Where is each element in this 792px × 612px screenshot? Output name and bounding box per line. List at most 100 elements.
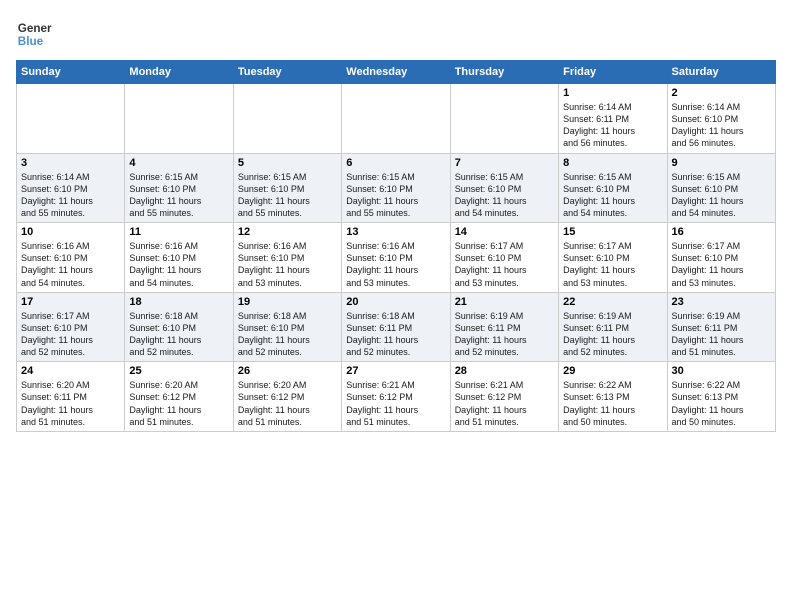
calendar-cell: 27 Sunrise: 6:21 AM Sunset: 6:12 PM Dayli… — [342, 362, 450, 432]
day-number: 10 — [21, 226, 120, 238]
calendar-cell: 3 Sunrise: 6:14 AM Sunset: 6:10 PM Daylig… — [17, 153, 125, 223]
day-info: Sunrise: 6:17 AM Sunset: 6:10 PM Dayligh… — [21, 310, 120, 359]
calendar-cell: 29 Sunrise: 6:22 AM Sunset: 6:13 PM Dayli… — [559, 362, 667, 432]
weekday-header-cell: Friday — [559, 61, 667, 84]
day-number: 1 — [563, 87, 662, 99]
day-number: 11 — [129, 226, 228, 238]
day-info: Sunrise: 6:21 AM Sunset: 6:12 PM Dayligh… — [346, 379, 445, 428]
day-info: Sunrise: 6:18 AM Sunset: 6:10 PM Dayligh… — [238, 310, 337, 359]
weekday-header-cell: Tuesday — [233, 61, 341, 84]
calendar-cell: 19 Sunrise: 6:18 AM Sunset: 6:10 PM Dayli… — [233, 292, 341, 362]
day-info: Sunrise: 6:16 AM Sunset: 6:10 PM Dayligh… — [346, 240, 445, 289]
calendar-cell: 2Sunrise: 6:14 AM Sunset: 6:10 PM Daylig… — [667, 84, 775, 154]
day-info: Sunrise: 6:18 AM Sunset: 6:10 PM Dayligh… — [129, 310, 228, 359]
day-number: 19 — [238, 296, 337, 308]
weekday-header-cell: Wednesday — [342, 61, 450, 84]
calendar-cell: 17 Sunrise: 6:17 AM Sunset: 6:10 PM Dayli… — [17, 292, 125, 362]
calendar-cell: 4 Sunrise: 6:15 AM Sunset: 6:10 PM Daylig… — [125, 153, 233, 223]
day-info: Sunrise: 6:16 AM Sunset: 6:10 PM Dayligh… — [238, 240, 337, 289]
day-info: Sunrise: 6:16 AM Sunset: 6:10 PM Dayligh… — [21, 240, 120, 289]
day-info: Sunrise: 6:20 AM Sunset: 6:12 PM Dayligh… — [129, 379, 228, 428]
day-number: 15 — [563, 226, 662, 238]
svg-text:Blue: Blue — [18, 35, 44, 48]
day-number: 12 — [238, 226, 337, 238]
calendar-cell — [125, 84, 233, 154]
day-info: Sunrise: 6:14 AM Sunset: 6:10 PM Dayligh… — [21, 171, 120, 220]
calendar-cell: 20Sunrise: 6:18 AM Sunset: 6:11 PM Dayli… — [342, 292, 450, 362]
day-number: 17 — [21, 296, 120, 308]
day-number: 5 — [238, 157, 337, 169]
day-info: Sunrise: 6:14 AM Sunset: 6:10 PM Dayligh… — [672, 101, 771, 150]
day-info: Sunrise: 6:15 AM Sunset: 6:10 PM Dayligh… — [455, 171, 554, 220]
day-number: 25 — [129, 365, 228, 377]
calendar-cell: 21Sunrise: 6:19 AM Sunset: 6:11 PM Dayli… — [450, 292, 558, 362]
calendar-cell: 30 Sunrise: 6:22 AM Sunset: 6:13 PM Dayli… — [667, 362, 775, 432]
day-number: 26 — [238, 365, 337, 377]
calendar-cell: 13 Sunrise: 6:16 AM Sunset: 6:10 PM Dayli… — [342, 223, 450, 293]
day-number: 8 — [563, 157, 662, 169]
day-info: Sunrise: 6:19 AM Sunset: 6:11 PM Dayligh… — [563, 310, 662, 359]
day-number: 3 — [21, 157, 120, 169]
calendar-cell: 18 Sunrise: 6:18 AM Sunset: 6:10 PM Dayli… — [125, 292, 233, 362]
calendar-cell: 10 Sunrise: 6:16 AM Sunset: 6:10 PM Dayli… — [17, 223, 125, 293]
day-info: Sunrise: 6:20 AM Sunset: 6:11 PM Dayligh… — [21, 379, 120, 428]
day-info: Sunrise: 6:21 AM Sunset: 6:12 PM Dayligh… — [455, 379, 554, 428]
day-number: 13 — [346, 226, 445, 238]
header: General Blue — [16, 16, 776, 52]
calendar-cell: 1 Sunrise: 6:14 AM Sunset: 6:11 PM Daylig… — [559, 84, 667, 154]
day-number: 4 — [129, 157, 228, 169]
day-number: 14 — [455, 226, 554, 238]
calendar-week-row: 17 Sunrise: 6:17 AM Sunset: 6:10 PM Dayli… — [17, 292, 776, 362]
day-number: 28 — [455, 365, 554, 377]
day-info: Sunrise: 6:17 AM Sunset: 6:10 PM Dayligh… — [455, 240, 554, 289]
day-info: Sunrise: 6:14 AM Sunset: 6:11 PM Dayligh… — [563, 101, 662, 150]
day-info: Sunrise: 6:15 AM Sunset: 6:10 PM Dayligh… — [672, 171, 771, 220]
calendar-cell: 26Sunrise: 6:20 AM Sunset: 6:12 PM Dayli… — [233, 362, 341, 432]
calendar-body: 1 Sunrise: 6:14 AM Sunset: 6:11 PM Daylig… — [17, 84, 776, 432]
day-info: Sunrise: 6:17 AM Sunset: 6:10 PM Dayligh… — [672, 240, 771, 289]
calendar-cell: 14 Sunrise: 6:17 AM Sunset: 6:10 PM Dayli… — [450, 223, 558, 293]
calendar-cell — [17, 84, 125, 154]
calendar-week-row: 10 Sunrise: 6:16 AM Sunset: 6:10 PM Dayli… — [17, 223, 776, 293]
calendar-cell: 12 Sunrise: 6:16 AM Sunset: 6:10 PM Dayli… — [233, 223, 341, 293]
day-info: Sunrise: 6:15 AM Sunset: 6:10 PM Dayligh… — [346, 171, 445, 220]
day-info: Sunrise: 6:17 AM Sunset: 6:10 PM Dayligh… — [563, 240, 662, 289]
calendar-cell: 15 Sunrise: 6:17 AM Sunset: 6:10 PM Dayli… — [559, 223, 667, 293]
day-info: Sunrise: 6:16 AM Sunset: 6:10 PM Dayligh… — [129, 240, 228, 289]
calendar-cell: 5 Sunrise: 6:15 AM Sunset: 6:10 PM Daylig… — [233, 153, 341, 223]
day-info: Sunrise: 6:15 AM Sunset: 6:10 PM Dayligh… — [129, 171, 228, 220]
calendar-cell — [233, 84, 341, 154]
calendar-week-row: 3 Sunrise: 6:14 AM Sunset: 6:10 PM Daylig… — [17, 153, 776, 223]
calendar-cell: 25 Sunrise: 6:20 AM Sunset: 6:12 PM Dayli… — [125, 362, 233, 432]
day-number: 18 — [129, 296, 228, 308]
day-number: 23 — [672, 296, 771, 308]
logo: General Blue — [16, 16, 56, 52]
day-info: Sunrise: 6:19 AM Sunset: 6:11 PM Dayligh… — [672, 310, 771, 359]
day-info: Sunrise: 6:18 AM Sunset: 6:11 PM Dayligh… — [346, 310, 445, 359]
calendar-cell: 7 Sunrise: 6:15 AM Sunset: 6:10 PM Daylig… — [450, 153, 558, 223]
weekday-header-row: SundayMondayTuesdayWednesdayThursdayFrid… — [17, 61, 776, 84]
calendar-cell: 9 Sunrise: 6:15 AM Sunset: 6:10 PM Daylig… — [667, 153, 775, 223]
calendar-cell: 8Sunrise: 6:15 AM Sunset: 6:10 PM Daylig… — [559, 153, 667, 223]
day-number: 6 — [346, 157, 445, 169]
day-number: 9 — [672, 157, 771, 169]
calendar-cell: 24Sunrise: 6:20 AM Sunset: 6:11 PM Dayli… — [17, 362, 125, 432]
day-number: 27 — [346, 365, 445, 377]
calendar-cell — [450, 84, 558, 154]
day-info: Sunrise: 6:22 AM Sunset: 6:13 PM Dayligh… — [672, 379, 771, 428]
day-number: 21 — [455, 296, 554, 308]
svg-text:General: General — [18, 22, 52, 35]
day-number: 22 — [563, 296, 662, 308]
weekday-header-cell: Thursday — [450, 61, 558, 84]
calendar-cell: 23 Sunrise: 6:19 AM Sunset: 6:11 PM Dayli… — [667, 292, 775, 362]
day-number: 16 — [672, 226, 771, 238]
day-info: Sunrise: 6:15 AM Sunset: 6:10 PM Dayligh… — [238, 171, 337, 220]
calendar-cell: 11 Sunrise: 6:16 AM Sunset: 6:10 PM Dayli… — [125, 223, 233, 293]
day-info: Sunrise: 6:22 AM Sunset: 6:13 PM Dayligh… — [563, 379, 662, 428]
day-number: 30 — [672, 365, 771, 377]
day-number: 7 — [455, 157, 554, 169]
weekday-header-cell: Sunday — [17, 61, 125, 84]
day-number: 29 — [563, 365, 662, 377]
weekday-header-cell: Saturday — [667, 61, 775, 84]
calendar-cell: 16 Sunrise: 6:17 AM Sunset: 6:10 PM Dayli… — [667, 223, 775, 293]
